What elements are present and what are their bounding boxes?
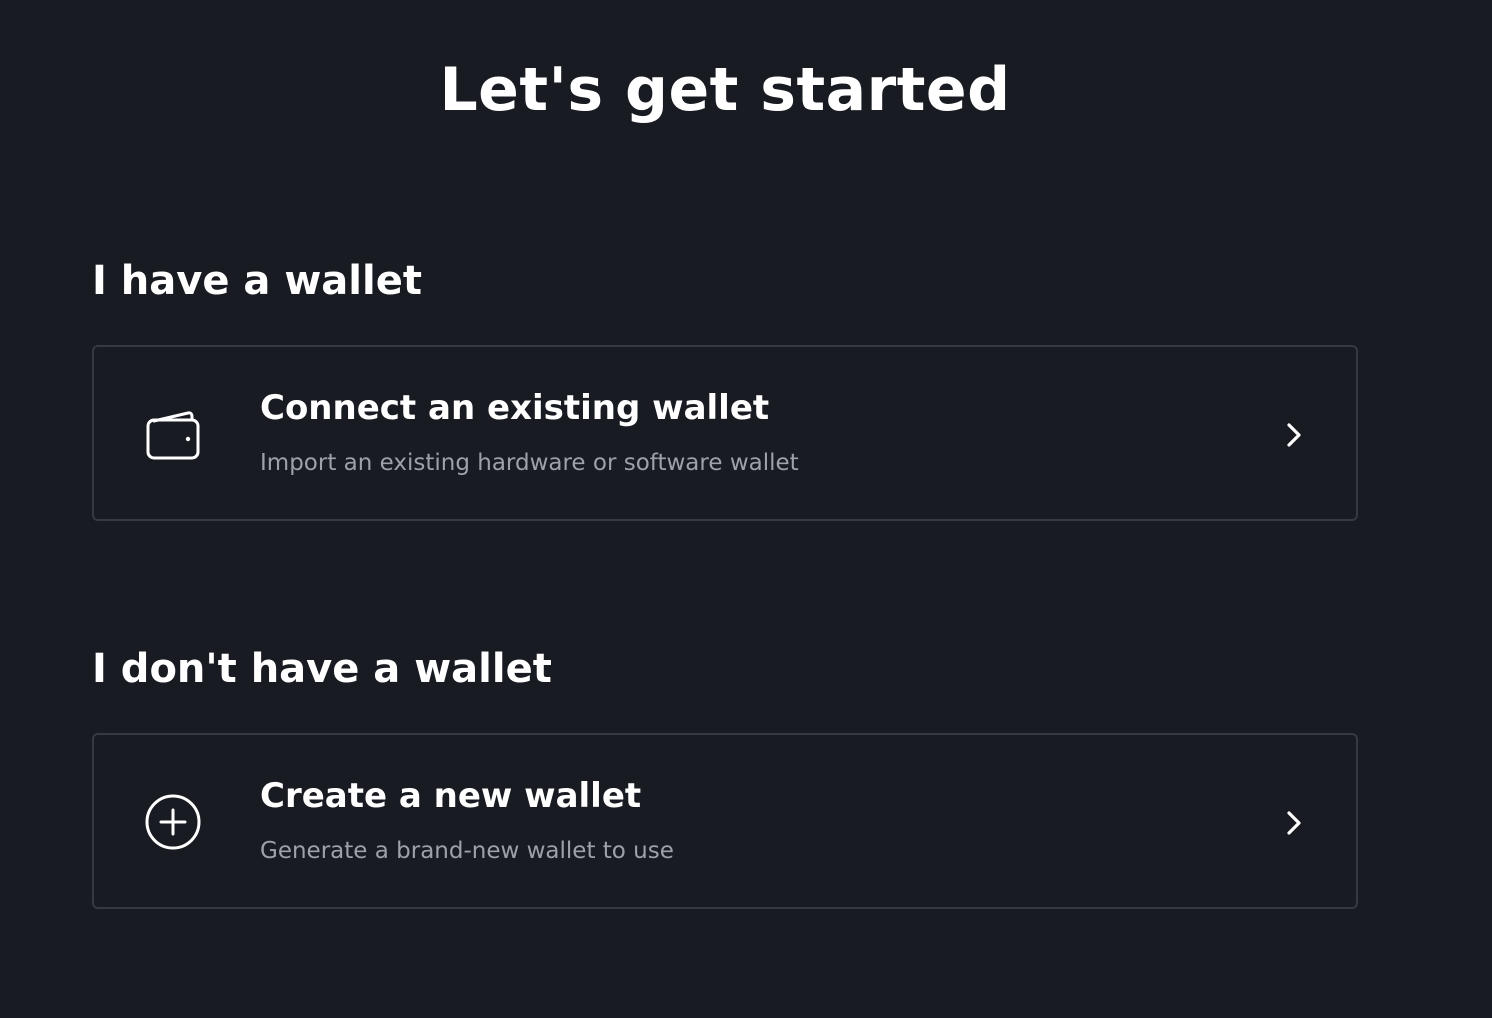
section-heading-have-wallet: I have a wallet: [92, 258, 422, 304]
chevron-right-icon: [1282, 809, 1306, 837]
page-title: Let's get started: [439, 55, 1011, 125]
connect-wallet-title: Connect an existing wallet: [260, 388, 770, 428]
create-wallet-description: Generate a brand-new wallet to use: [260, 838, 674, 864]
connect-wallet-description: Import an existing hardware or software …: [260, 450, 799, 476]
plus-circle-icon: [144, 793, 202, 851]
wallet-icon: [144, 405, 202, 463]
create-wallet-title: Create a new wallet: [260, 776, 642, 816]
chevron-right-icon: [1282, 421, 1306, 449]
section-heading-no-wallet: I don't have a wallet: [92, 646, 552, 692]
create-new-wallet-button[interactable]: Create a new wallet Generate a brand-new…: [92, 733, 1358, 909]
connect-existing-wallet-button[interactable]: Connect an existing wallet Import an exi…: [92, 345, 1358, 521]
